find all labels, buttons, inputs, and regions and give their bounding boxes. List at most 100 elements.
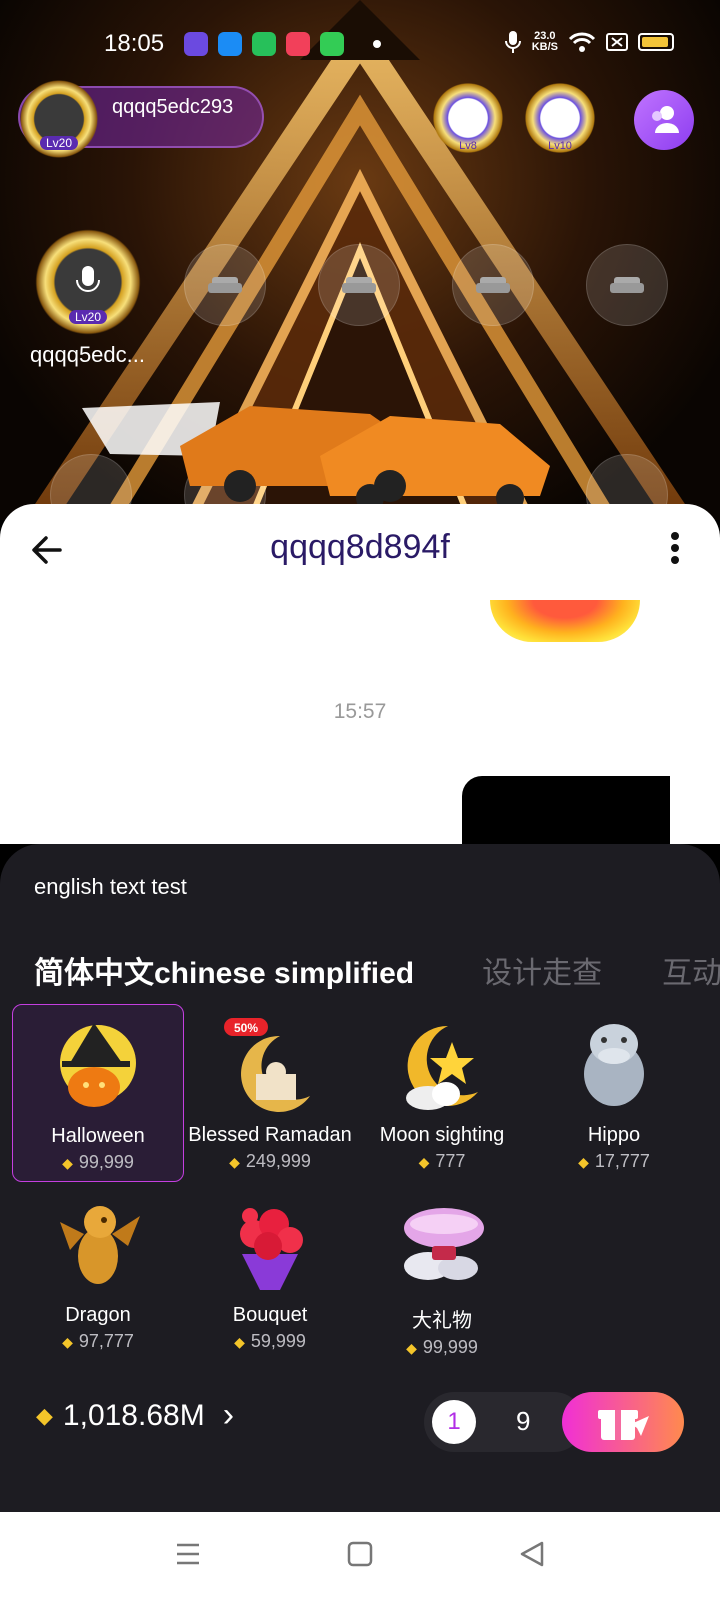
gift-item-halloween[interactable]: Halloween ◆ 99,999 (12, 1004, 184, 1182)
empty-seat[interactable] (452, 244, 534, 326)
battery-icon (638, 33, 674, 51)
app-notification-icon (218, 32, 242, 56)
empty-seat[interactable] (586, 244, 668, 326)
balance-button[interactable]: ◆ 1,018.68M › (36, 1396, 234, 1435)
app-notification-icon (320, 32, 344, 56)
gift-item-moon-sighting[interactable]: Moon sighting ◆ 777 (356, 1004, 528, 1182)
gift-price-value: 97,777 (78, 1331, 134, 1351)
balance-value: 1,018.68M (62, 1398, 205, 1432)
home-icon[interactable] (346, 1540, 374, 1568)
empty-seat[interactable] (318, 244, 400, 326)
gift-name: 大礼物 (412, 1310, 472, 1332)
diamond-icon: ◆ (62, 1155, 73, 1171)
gift-price: ◆ 97,777 (12, 1331, 184, 1352)
occupied-seat-avatar[interactable]: Lv20 (30, 224, 146, 340)
bouquet-icon (240, 1208, 303, 1290)
badge-level: Lv10 (548, 140, 572, 152)
diamond-icon: ◆ (62, 1334, 73, 1350)
gift-name: Moon sighting (379, 1124, 505, 1146)
notification-icons (184, 32, 344, 56)
quantity-option[interactable]: 9 (516, 1406, 530, 1437)
network-speed: 23.0 KB/S (532, 31, 558, 53)
gift-item-hippo[interactable]: Hippo ◆ 17,777 (528, 1004, 700, 1182)
gift-price-value: 99,999 (422, 1337, 478, 1357)
sofa-icon (476, 277, 510, 293)
gift-price-value: 99,999 (78, 1152, 134, 1172)
host-level-badge: Lv20 (39, 135, 79, 150)
more-options-icon[interactable] (670, 530, 680, 566)
users-icon (652, 106, 679, 133)
host-name: qqqq5edc293 (112, 96, 234, 118)
app-notification-icon (252, 32, 276, 56)
status-bar: 18:05 23.0 KB/S (0, 28, 720, 62)
quantity-selector[interactable]: 1 9 (424, 1392, 584, 1452)
gift-item-blessed-ramadan[interactable]: 50% Blessed Ramadan ◆ 249,999 (184, 1004, 356, 1182)
gift-item-dragon[interactable]: Dragon ◆ 97,777 (12, 1184, 184, 1362)
seat-user-name: qqqq5edc... (30, 342, 145, 367)
badge-level: Lv8 (459, 140, 477, 152)
status-right: 23.0 KB/S (504, 30, 674, 54)
chat-sticker-image[interactable] (490, 600, 640, 642)
gift-price-value: 249,999 (245, 1151, 311, 1171)
top-contributor-badge[interactable]: Lv10 (520, 78, 600, 158)
diamond-icon: ◆ (578, 1154, 589, 1170)
gift-name: Dragon (65, 1304, 131, 1326)
crescent-mosque-icon: 50% (224, 1018, 310, 1112)
moon-star-icon (406, 1025, 478, 1110)
tab-chinese-simplified[interactable]: 简体中文chinese simplified (34, 948, 414, 992)
gift-price: ◆ 99,999 (356, 1337, 528, 1358)
chat-timestamp: 15:57 (333, 700, 387, 723)
airship-icon (404, 1208, 484, 1280)
send-gift-button[interactable] (562, 1392, 684, 1452)
chevron-right-icon: › (222, 1396, 235, 1434)
more-notifications-dot (373, 40, 381, 48)
gift-panel-footer: ◆ 1,018.68M › 1 9 (0, 1386, 720, 1456)
gift-price: ◆ 17,777 (528, 1151, 700, 1172)
gift-price-value: 777 (435, 1151, 466, 1171)
panel-notice-text: english text test (34, 874, 187, 899)
discount-badge: 50% (234, 1021, 258, 1035)
diamond-icon: ◆ (229, 1154, 240, 1170)
system-navigation-bar (0, 1512, 720, 1600)
network-speed-unit: KB/S (531, 41, 558, 53)
host-avatar[interactable]: Lv20 (16, 76, 102, 162)
gift-name: Blessed Ramadan (188, 1124, 352, 1146)
sofa-icon (342, 277, 376, 293)
top-contributor-badge[interactable]: Lv8 (428, 78, 508, 158)
gift-category-tabs: 简体中文chinese simplified 设计走查 互动 (34, 948, 720, 992)
diamond-icon: ◆ (418, 1154, 430, 1170)
wifi-icon (568, 32, 596, 52)
gift-item-big-gift[interactable]: 大礼物 ◆ 99,999 (356, 1184, 528, 1362)
gift-price-value: 59,999 (250, 1331, 306, 1351)
pumpkin-icon (60, 1023, 136, 1107)
chat-title: qqqq8d894f (270, 528, 450, 566)
diamond-icon: ◆ (406, 1340, 417, 1356)
tab-design-review[interactable]: 设计走查 (482, 948, 602, 992)
gift-price: ◆ 249,999 (184, 1151, 356, 1172)
diamond-icon: ◆ (36, 1402, 53, 1428)
gift-name: Hippo (587, 1124, 641, 1146)
no-sim-icon (606, 33, 628, 51)
gift-name: Halloween (51, 1125, 145, 1147)
gift-price: ◆ 59,999 (184, 1331, 356, 1352)
app-notification-icon (184, 32, 208, 56)
voice-room-background: 18:05 23.0 KB/S Lv20 qqqq5edc293 Lv8 Lv10… (0, 0, 720, 520)
back-icon[interactable] (518, 1540, 546, 1568)
sofa-icon (610, 277, 644, 293)
hippo-icon (584, 1024, 644, 1106)
host-profile-pill[interactable]: Lv20 qqqq5edc293 (16, 76, 264, 162)
status-time: 18:05 (104, 30, 165, 57)
app-notification-icon (286, 32, 310, 56)
gift-price-value: 17,777 (594, 1151, 650, 1171)
room-members-button[interactable] (634, 90, 694, 150)
menu-icon[interactable] (174, 1540, 202, 1568)
empty-seat[interactable] (184, 244, 266, 326)
gift-item-bouquet[interactable]: Bouquet ◆ 59,999 (184, 1184, 356, 1362)
chat-sheet: qqqq8d894f 15:57 (0, 504, 720, 856)
gift-panel: english text test 简体中文chinese simplified… (0, 844, 720, 1512)
quantity-option-selected[interactable]: 1 (432, 1400, 476, 1444)
seat-level-badge: Lv20 (68, 309, 108, 324)
sofa-icon (208, 277, 242, 293)
tab-interactive[interactable]: 互动 (662, 948, 720, 992)
gift-name: Bouquet (232, 1304, 308, 1326)
